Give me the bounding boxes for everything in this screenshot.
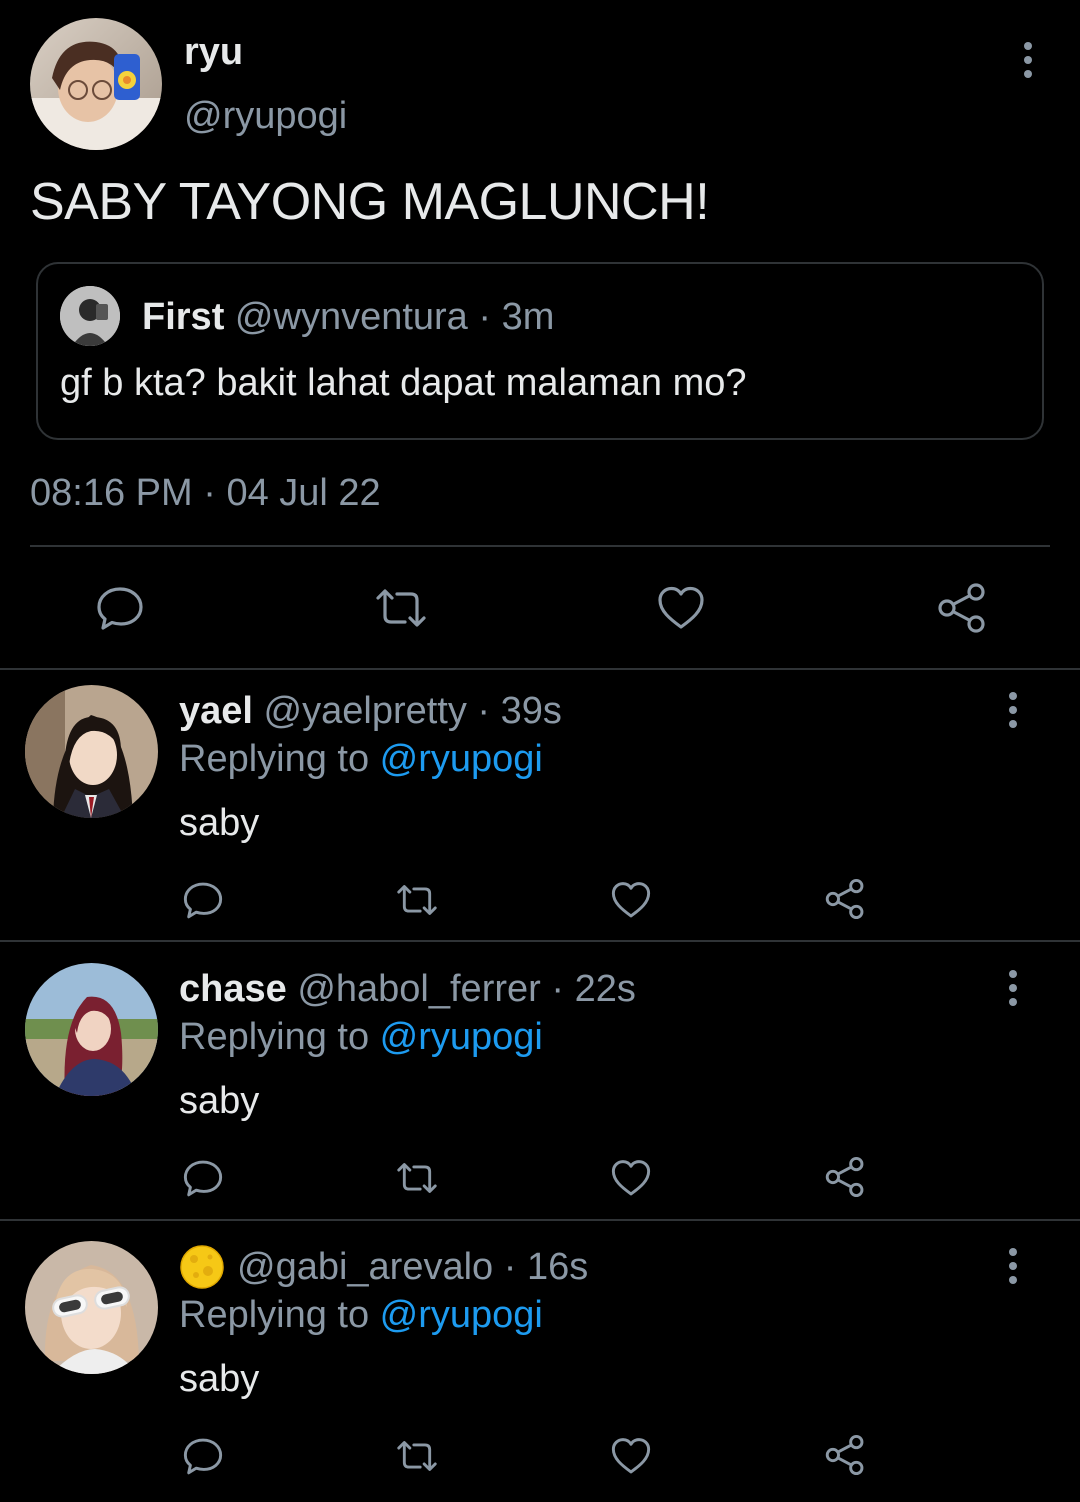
quoted-author-handle: @wynventura <box>234 296 468 338</box>
divider <box>0 1219 1080 1221</box>
share-button[interactable] <box>936 582 988 634</box>
reply-header: @gabi_arevalo · 16s <box>179 1244 588 1290</box>
tweet-time: 08:16 PM <box>30 472 193 514</box>
mention-link[interactable]: @ryupogi <box>380 1016 543 1058</box>
more-icon[interactable] <box>1003 968 1023 1008</box>
share-icon <box>825 1434 864 1476</box>
separator: · <box>477 690 491 732</box>
reply-tweet[interactable]: chase @habol_ferrer · 22s Replying to @r… <box>0 948 1080 1224</box>
main-author-name[interactable]: ryu <box>184 30 243 74</box>
reply-time: 22s <box>574 968 636 1010</box>
retweet-button[interactable] <box>394 882 440 918</box>
separator: · <box>551 968 565 1010</box>
like-icon <box>611 1438 651 1474</box>
avatar[interactable] <box>25 963 158 1096</box>
moon-emoji-icon <box>179 1244 225 1290</box>
retweet-icon <box>397 1163 437 1193</box>
like-button[interactable] <box>610 1158 652 1198</box>
mention-link[interactable]: @ryupogi <box>380 1294 543 1336</box>
like-icon <box>658 586 704 629</box>
like-button[interactable] <box>610 880 652 920</box>
reply-time: 16s <box>526 1246 589 1288</box>
main-tweet: ryu @ryupogi SABY TAYONG MAGLUNCH! First… <box>0 0 1080 669</box>
reply-button[interactable] <box>182 880 224 920</box>
reply-button[interactable] <box>94 584 146 632</box>
reply-text: saby <box>179 1358 260 1400</box>
reply-icon <box>97 587 143 630</box>
separator: · <box>503 1246 517 1288</box>
replying-to: Replying to @ryupogi <box>179 1014 543 1060</box>
quoted-tweet-time: 3m <box>501 296 555 338</box>
divider <box>30 545 1050 547</box>
reply-header: chase @habol_ferrer · 22s <box>179 966 636 1012</box>
reply-text: saby <box>179 802 260 844</box>
avatar[interactable] <box>30 18 162 150</box>
divider <box>0 940 1080 942</box>
quoted-author-name: First <box>142 296 225 338</box>
retweet-button[interactable] <box>394 1160 440 1196</box>
reply-author-handle[interactable]: @habol_ferrer <box>297 966 540 1012</box>
replying-prefix: Replying to <box>179 1294 380 1336</box>
reply-time: 39s <box>500 690 562 732</box>
more-icon[interactable] <box>1003 1246 1023 1286</box>
replying-to: Replying to @ryupogi <box>179 736 543 782</box>
avatar <box>60 286 120 346</box>
reply-author-name[interactable]: chase <box>179 966 287 1012</box>
more-icon[interactable] <box>1018 40 1038 80</box>
reply-tweet[interactable]: @gabi_arevalo · 16s Replying to @ryupogi… <box>0 1226 1080 1502</box>
share-button[interactable] <box>824 1434 866 1476</box>
mention-link[interactable]: @ryupogi <box>380 738 543 780</box>
retweet-button[interactable] <box>394 1438 440 1474</box>
main-author-handle[interactable]: @ryupogi <box>184 94 347 138</box>
reply-header: yael @yaelpretty · 39s <box>179 688 562 734</box>
share-button[interactable] <box>824 1156 866 1198</box>
avatar[interactable] <box>25 685 158 818</box>
share-icon <box>825 878 864 920</box>
separator: · <box>203 472 216 514</box>
main-tweet-timestamp: 08:16 PM · 04 Jul 22 <box>30 470 381 516</box>
retweet-button[interactable] <box>372 586 430 630</box>
retweet-icon <box>376 589 426 627</box>
like-button[interactable] <box>610 1436 652 1476</box>
separator: · <box>478 296 492 338</box>
retweet-icon <box>397 885 437 915</box>
reply-text: saby <box>179 1080 260 1122</box>
reply-author-handle[interactable]: @yaelpretty <box>264 688 467 734</box>
like-icon <box>611 882 651 918</box>
replying-prefix: Replying to <box>179 738 380 780</box>
reply-tweet[interactable]: yael @yaelpretty · 39s Replying to @ryup… <box>0 670 1080 946</box>
share-button[interactable] <box>824 878 866 920</box>
like-button[interactable] <box>656 584 706 632</box>
share-icon <box>938 583 985 633</box>
main-tweet-text: SABY TAYONG MAGLUNCH! <box>30 173 710 231</box>
reply-author-name[interactable]: yael <box>179 688 253 734</box>
quoted-tweet[interactable]: First @wynventura · 3m gf b kta? bakit l… <box>36 262 1044 440</box>
retweet-icon <box>397 1441 437 1471</box>
replying-to: Replying to @ryupogi <box>179 1292 543 1338</box>
share-icon <box>825 1156 864 1198</box>
like-icon <box>611 1160 651 1196</box>
avatar[interactable] <box>25 1241 158 1374</box>
reply-icon <box>183 882 223 919</box>
reply-button[interactable] <box>182 1158 224 1198</box>
quoted-tweet-text: gf b kta? bakit lahat dapat malaman mo? <box>60 362 747 404</box>
reply-button[interactable] <box>182 1436 224 1476</box>
quoted-tweet-header: First @wynventura · 3m <box>142 294 554 340</box>
replying-prefix: Replying to <box>179 1016 380 1058</box>
more-icon[interactable] <box>1003 690 1023 730</box>
reply-icon <box>183 1160 223 1197</box>
reply-author-handle[interactable]: @gabi_arevalo <box>237 1244 493 1290</box>
reply-icon <box>183 1438 223 1475</box>
tweet-date: 04 Jul 22 <box>226 472 381 514</box>
